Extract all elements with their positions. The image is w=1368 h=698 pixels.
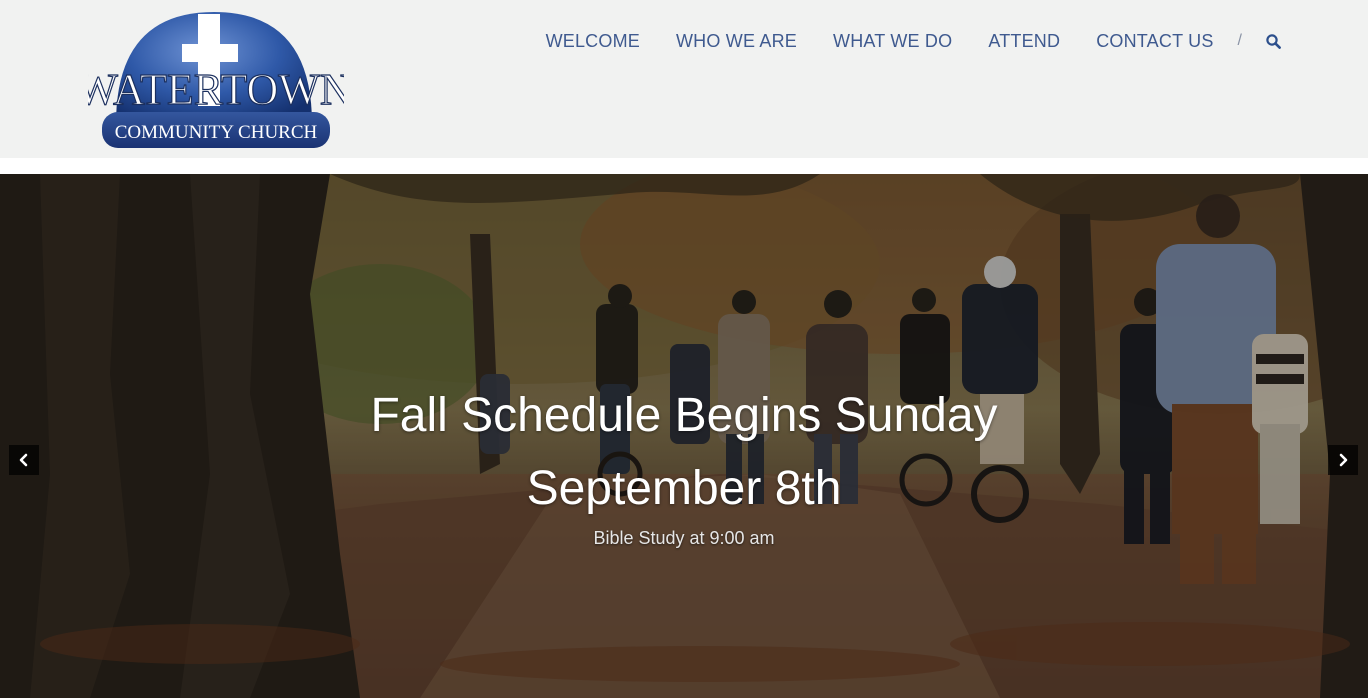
nav-item-who-we-are[interactable]: WHO WE ARE: [676, 31, 797, 52]
logo-subtitle: COMMUNITY CHURCH: [115, 122, 318, 143]
search-button[interactable]: [1264, 32, 1282, 50]
nav-item-contact-us[interactable]: CONTACT US: [1096, 31, 1213, 52]
slider-next-button[interactable]: [1328, 445, 1358, 475]
hero-slider: Fall Schedule Begins Sunday September 8t…: [0, 174, 1368, 698]
church-logo[interactable]: WATERTOWN COMMUNITY CHURCH: [88, 8, 344, 152]
site-header: WATERTOWN COMMUNITY CHURCH WELCOME WHO W…: [0, 0, 1368, 158]
search-icon: [1265, 33, 1281, 49]
hero-title: Fall Schedule Begins Sunday September 8t…: [370, 389, 998, 515]
logo-name: WATERTOWN: [88, 65, 344, 114]
nav-item-welcome[interactable]: WELCOME: [546, 31, 640, 52]
hero-subtitle: Bible Study at 9:00 am: [593, 528, 775, 548]
nav-item-attend[interactable]: ATTEND: [988, 31, 1060, 52]
chevron-right-icon: [1339, 453, 1348, 467]
slider-prev-button[interactable]: [9, 445, 39, 475]
main-nav: WELCOME WHO WE ARE WHAT WE DO ATTEND CON…: [546, 29, 1282, 53]
nav-separator: /: [1237, 32, 1242, 49]
hero-caption: Fall Schedule Begins Sunday September 8t…: [0, 379, 1368, 549]
nav-item-what-we-do[interactable]: WHAT WE DO: [833, 31, 952, 52]
logo-emblem: WATERTOWN COMMUNITY CHURCH: [88, 12, 344, 148]
chevron-left-icon: [19, 453, 28, 467]
header-divider: [0, 158, 1368, 174]
